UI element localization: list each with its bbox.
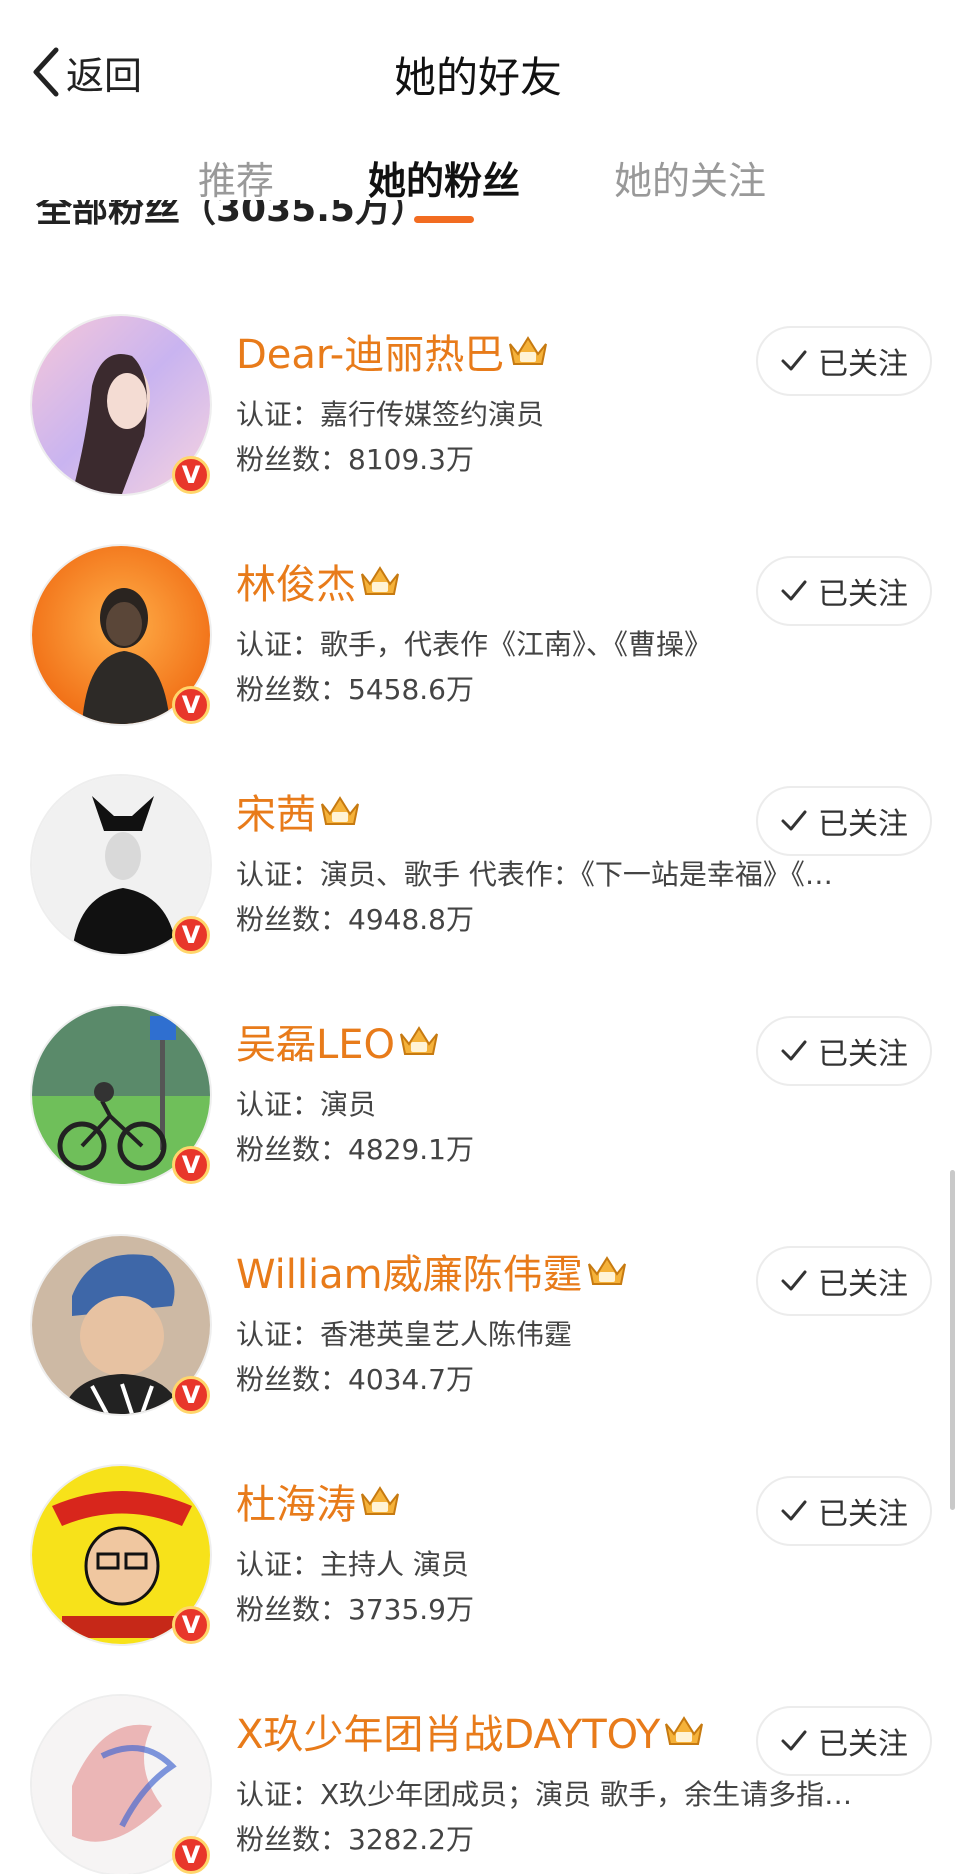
certification-text: 认证：X玖少年团成员；演员 歌手，余生请多指…	[236, 1778, 853, 1811]
list-item[interactable]: V Dear-迪丽热巴 认证：嘉行传媒签约演员 粉丝数：8109.3万 已关注	[0, 250, 956, 494]
crown-icon	[587, 1256, 626, 1285]
user-name[interactable]: Dear-迪丽热巴	[236, 322, 504, 380]
list-item[interactable]: V 吴磊LEO 认证：演员 粉丝数：4829.1万 已关注	[0, 940, 956, 1184]
follow-button[interactable]: 已关注	[756, 556, 932, 626]
check-icon	[781, 1040, 807, 1061]
fans-count: 粉丝数：4829.1万	[236, 1133, 474, 1166]
tab-her-following[interactable]: 她的关注	[614, 150, 766, 205]
follow-label: 已关注	[818, 1497, 908, 1532]
fans-count: 粉丝数：5458.6万	[236, 673, 474, 706]
user-name[interactable]: X玖少年团肖战DAYTOY	[236, 1702, 660, 1760]
user-name[interactable]: 林俊杰	[236, 552, 356, 610]
follow-button[interactable]: 已关注	[756, 326, 932, 396]
crown-icon	[361, 1486, 399, 1515]
fans-count: 粉丝数：8109.3万	[236, 443, 474, 476]
crown-icon	[665, 1716, 704, 1745]
certification-text: 认证：香港英皇艺人陈伟霆	[236, 1318, 573, 1351]
verified-badge-icon: V	[172, 1836, 210, 1874]
follow-label: 已关注	[818, 1267, 908, 1302]
check-icon	[781, 1270, 807, 1291]
tab-recommend[interactable]: 推荐	[198, 150, 274, 205]
check-icon	[781, 580, 807, 601]
fans-count: 粉丝数：4948.8万	[236, 903, 474, 936]
list-item[interactable]: V William威廉陈伟霆 认证：香港英皇艺人陈伟霆 粉丝数：4034.7万 …	[0, 1170, 956, 1414]
crown-icon	[509, 336, 548, 365]
crown-icon	[361, 566, 399, 595]
crown-icon	[321, 796, 359, 825]
check-icon	[781, 1730, 807, 1751]
certification-text: 认证：演员、歌手 代表作：《下一站是幸福》《…	[236, 858, 833, 891]
certification-text: 认证：歌手，代表作《江南》、《曹操》	[236, 628, 713, 661]
user-name[interactable]: William威廉陈伟霆	[236, 1242, 583, 1300]
follow-label: 已关注	[818, 807, 908, 842]
follow-button[interactable]: 已关注	[756, 786, 932, 856]
user-name[interactable]: 吴磊LEO	[236, 1012, 395, 1070]
check-icon	[781, 350, 807, 371]
crown-icon	[400, 1026, 439, 1055]
check-icon	[781, 1500, 807, 1521]
tab-her-fans[interactable]: 她的粉丝	[368, 150, 520, 205]
user-name[interactable]: 杜海涛	[236, 1472, 356, 1530]
follow-button[interactable]: 已关注	[756, 1016, 932, 1086]
list-item[interactable]: V X玖少年团肖战DAYTOY 认证：X玖少年团成员；演员 歌手，余生请多指… …	[0, 1630, 956, 1874]
user-name[interactable]: 宋茜	[236, 782, 316, 840]
certification-text: 认证：演员	[236, 1088, 377, 1121]
list-item[interactable]: V 林俊杰 认证：歌手，代表作《江南》、《曹操》 粉丝数：5458.6万 已关注	[0, 480, 956, 724]
certification-text: 认证：嘉行传媒签约演员	[236, 398, 545, 431]
follow-label: 已关注	[818, 1727, 908, 1762]
follow-button[interactable]: 已关注	[756, 1476, 932, 1546]
scrollbar[interactable]	[950, 1170, 955, 1510]
follow-label: 已关注	[818, 577, 908, 612]
follow-label: 已关注	[818, 347, 908, 382]
top-bar: 返回 她的好友	[0, 0, 956, 140]
follow-button[interactable]: 已关注	[756, 1246, 932, 1316]
follow-button[interactable]: 已关注	[756, 1706, 932, 1776]
certification-text: 认证：主持人 演员	[236, 1548, 469, 1581]
fans-count: 粉丝数：3735.9万	[236, 1593, 474, 1626]
page-title: 她的好友	[393, 53, 562, 102]
fans-list: V Dear-迪丽热巴 认证：嘉行传媒签约演员 粉丝数：8109.3万 已关注 …	[0, 250, 956, 1874]
check-icon	[781, 810, 807, 831]
fans-count: 粉丝数：4034.7万	[236, 1363, 474, 1396]
section-header: 全部粉丝（3035.5万）	[36, 200, 427, 230]
fans-count: 粉丝数：3282.2万	[236, 1823, 474, 1856]
list-item[interactable]: V 宋茜 认证：演员、歌手 代表作：《下一站是幸福》《… 粉丝数：4948.8万…	[0, 710, 956, 954]
follow-label: 已关注	[818, 1037, 908, 1072]
list-item[interactable]: V 杜海涛 认证：主持人 演员 粉丝数：3735.9万 已关注	[0, 1400, 956, 1644]
